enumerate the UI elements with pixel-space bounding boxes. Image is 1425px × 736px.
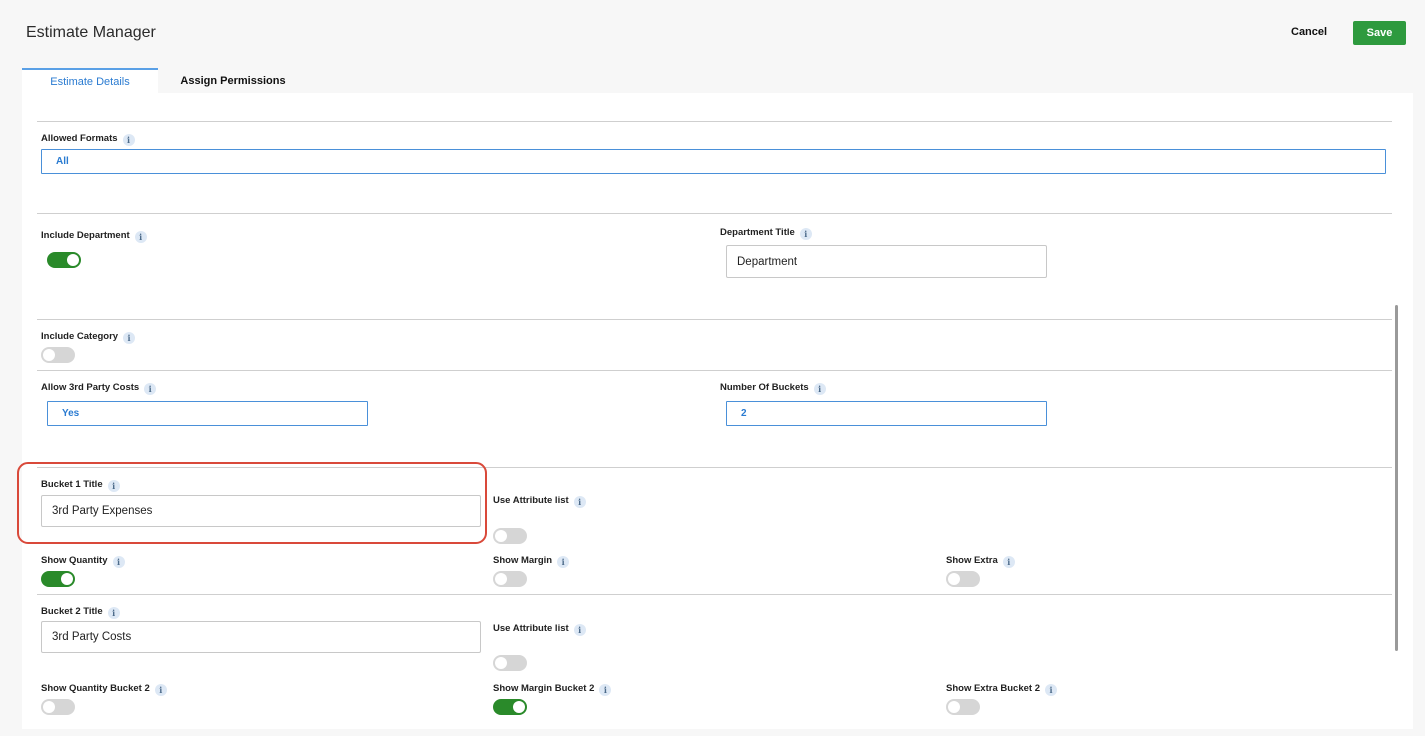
show-margin-bucket2-label: Show Margin Bucket 2 i (493, 681, 612, 696)
info-icon[interactable]: i (799, 228, 812, 240)
toggle-knob (495, 573, 507, 585)
bucket1-title-label: Bucket 1 Title i (41, 477, 120, 492)
label-text: Allowed Formats (41, 133, 118, 144)
label-text: Use Attribute list (493, 623, 569, 634)
show-quantity-bucket2-label: Show Quantity Bucket 2 i (41, 681, 167, 696)
label-text: Show Extra (946, 555, 998, 566)
allow-3rd-party-label: Allow 3rd Party Costs i (41, 380, 157, 395)
label-text: Bucket 2 Title (41, 606, 103, 617)
toggle-knob (43, 701, 55, 713)
number-of-buckets-label: Number Of Buckets i (720, 380, 826, 395)
show-margin-bucket2-toggle[interactable] (493, 699, 527, 715)
show-extra-bucket2-toggle[interactable] (946, 699, 980, 715)
info-icon[interactable]: i (112, 556, 125, 568)
info-icon[interactable]: i (813, 383, 826, 395)
info-icon[interactable]: i (557, 556, 570, 568)
label-text: Department Title (720, 227, 795, 238)
toggle-knob (43, 349, 55, 361)
divider (37, 370, 1392, 371)
label-text: Show Quantity Bucket 2 (41, 683, 150, 694)
show-extra-bucket2-label: Show Extra Bucket 2 i (946, 681, 1057, 696)
divider (37, 594, 1392, 595)
label-text: Show Margin (493, 555, 553, 566)
label-text: Number Of Buckets (720, 382, 809, 393)
show-quantity-label: Show Quantity i (41, 553, 125, 568)
allowed-formats-select[interactable]: All (41, 149, 1386, 174)
info-icon[interactable]: i (154, 684, 167, 696)
bucket2-title-label: Bucket 2 Title i (41, 604, 120, 619)
tab-estimate-details[interactable]: Estimate Details (22, 68, 158, 93)
use-attribute-list-2-label: Use Attribute list i (493, 621, 586, 636)
include-category-toggle[interactable] (41, 347, 75, 363)
include-category-label: Include Category i (41, 329, 136, 344)
bucket2-title-input[interactable]: 3rd Party Costs (41, 621, 481, 653)
label-text: Show Extra Bucket 2 (946, 683, 1040, 694)
toggle-knob (513, 701, 525, 713)
divider (37, 121, 1392, 122)
toggle-knob (948, 701, 960, 713)
label-text: Show Margin Bucket 2 (493, 683, 595, 694)
info-icon[interactable]: i (1002, 556, 1015, 568)
info-icon[interactable]: i (134, 231, 147, 243)
toggle-knob (495, 530, 507, 542)
save-button[interactable]: Save (1353, 21, 1406, 45)
info-icon[interactable]: i (573, 624, 586, 636)
show-extra-label: Show Extra i (946, 553, 1015, 568)
label-text: Include Category (41, 331, 119, 342)
allowed-formats-label: Allowed Formats i (41, 131, 135, 146)
show-margin-label: Show Margin i (493, 553, 570, 568)
toggle-knob (67, 254, 79, 266)
divider (37, 319, 1392, 320)
number-of-buckets-select[interactable]: 2 (726, 401, 1047, 426)
divider (37, 213, 1392, 214)
info-icon[interactable]: i (123, 332, 136, 344)
use-attribute-list-2-toggle[interactable] (493, 655, 527, 671)
department-title-input[interactable]: Department (726, 245, 1047, 278)
info-icon[interactable]: i (573, 496, 586, 508)
department-title-label: Department Title i (720, 225, 812, 240)
tab-assign-permissions[interactable]: Assign Permissions (160, 68, 306, 93)
info-icon[interactable]: i (144, 383, 157, 395)
cancel-button[interactable]: Cancel (1291, 26, 1327, 38)
toggle-knob (948, 573, 960, 585)
show-extra-toggle[interactable] (946, 571, 980, 587)
use-attribute-list-label: Use Attribute list i (493, 493, 586, 508)
include-department-label: Include Department i (41, 228, 147, 243)
scrollbar[interactable] (1395, 305, 1398, 651)
show-quantity-toggle[interactable] (41, 571, 75, 587)
show-margin-toggle[interactable] (493, 571, 527, 587)
label-text: Show Quantity (41, 555, 108, 566)
label-text: Allow 3rd Party Costs (41, 382, 140, 393)
info-icon[interactable]: i (1044, 684, 1057, 696)
label-text: Include Department (41, 230, 130, 241)
info-icon[interactable]: i (107, 607, 120, 619)
label-text: Use Attribute list (493, 495, 569, 506)
label-text: Bucket 1 Title (41, 479, 103, 490)
info-icon[interactable]: i (122, 134, 135, 146)
info-icon[interactable]: i (107, 480, 120, 492)
allow-3rd-party-select[interactable]: Yes (47, 401, 368, 426)
toggle-knob (495, 657, 507, 669)
include-department-toggle[interactable] (47, 252, 81, 268)
bucket1-title-input[interactable]: 3rd Party Expenses (41, 495, 481, 527)
show-quantity-bucket2-toggle[interactable] (41, 699, 75, 715)
toggle-knob (61, 573, 73, 585)
use-attribute-list-toggle[interactable] (493, 528, 527, 544)
info-icon[interactable]: i (599, 684, 612, 696)
page-title: Estimate Manager (26, 24, 156, 41)
